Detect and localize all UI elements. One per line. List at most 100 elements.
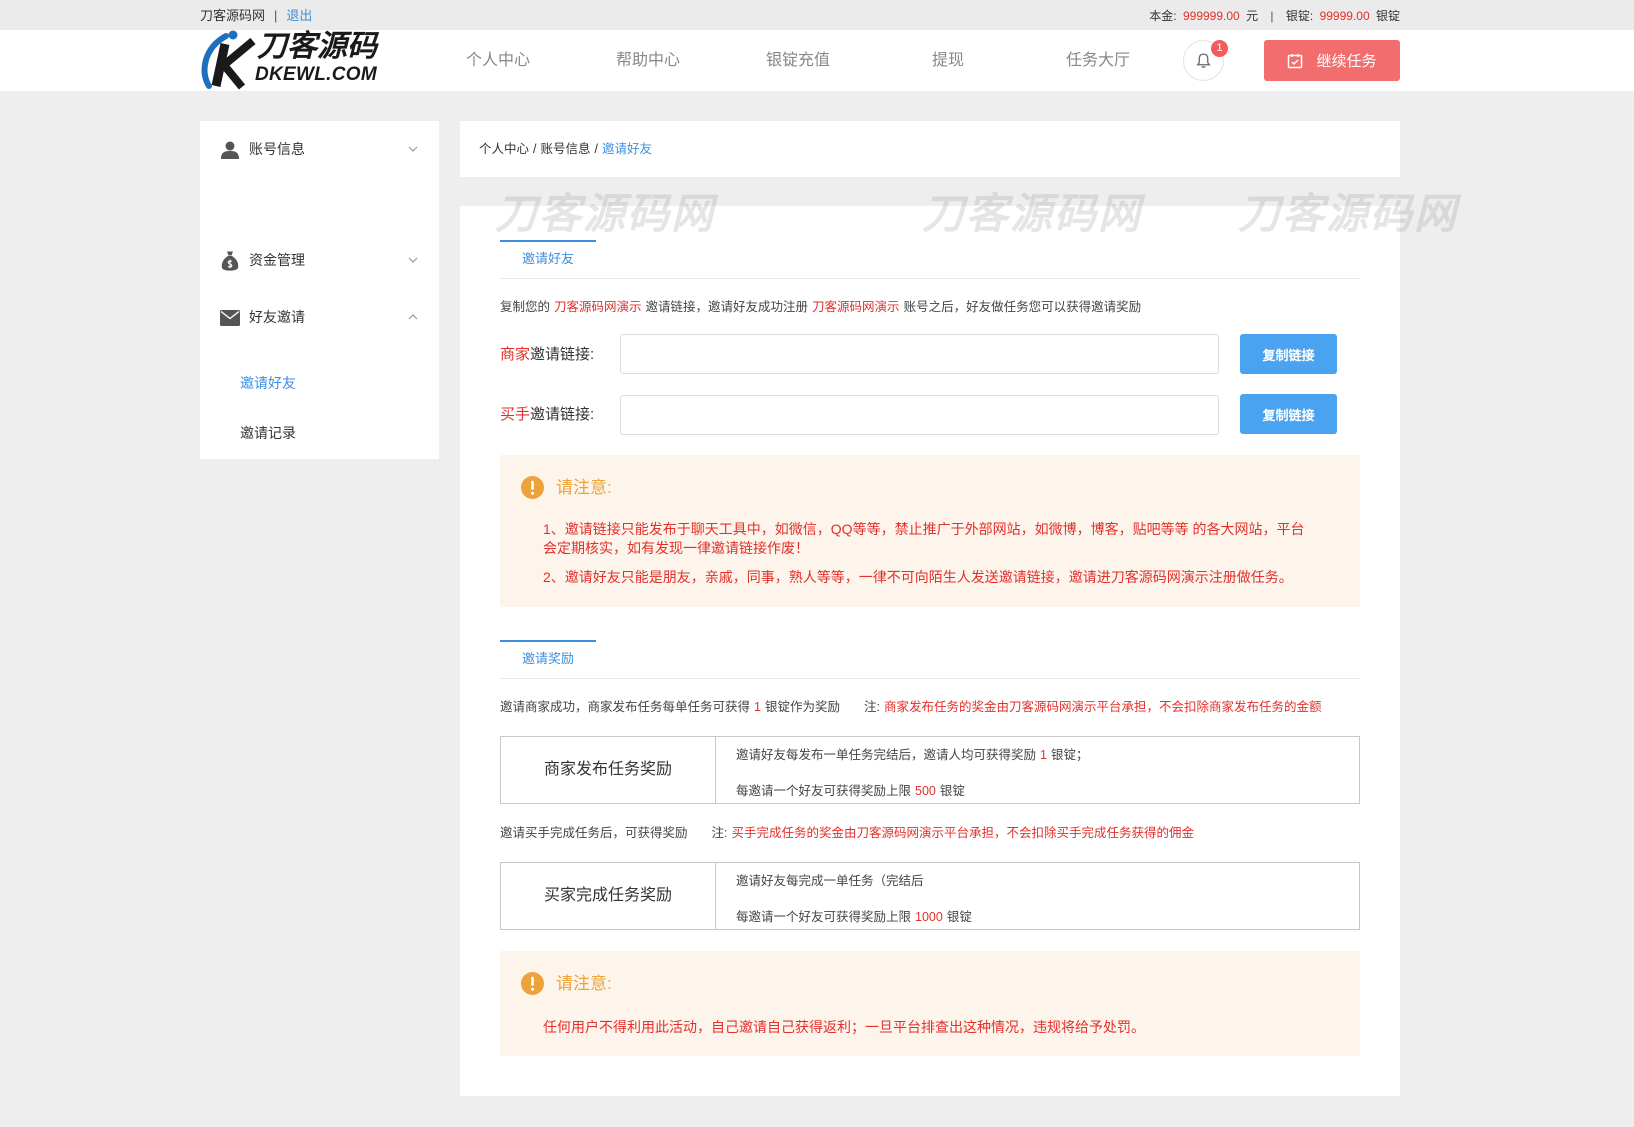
merchant-copy-link-button[interactable]: 复制链接 <box>1240 334 1337 374</box>
principal-unit: 元 <box>1246 9 1259 23</box>
reward-line-text: 每邀请一个好友可获得奖励上限 <box>736 910 912 924</box>
principal-value: 999999.00 <box>1182 9 1240 23</box>
buyer-label-rest: 邀请链接: <box>530 406 595 423</box>
reward-line-text: 每邀请一个好友可获得奖励上限 <box>736 784 912 798</box>
breadcrumb-separator: / <box>533 142 537 156</box>
merchant-reward-intro: 邀请商家成功，商家发布任务每单任务可获得 1 银锭作为奖励 注: 商家发布任务的奖金由刀… <box>500 698 1321 716</box>
merchant-intro-text: 邀请商家成功，商家发布任务每单任务可获得 <box>500 700 751 714</box>
sidebar-group-fund-management[interactable]: 资金管理 <box>200 240 439 280</box>
reward-line-suffix: 银锭 <box>939 784 965 798</box>
money-bag-icon <box>219 250 241 272</box>
breadcrumb-item-personal-center[interactable]: 个人中心 <box>479 142 529 156</box>
nav-ingot-recharge[interactable]: 银锭充值 <box>748 30 848 91</box>
intro-site-name: 刀客源码网演示 <box>554 300 642 314</box>
merchant-link-input[interactable] <box>620 334 1219 374</box>
warning-icon <box>521 972 544 995</box>
breadcrumb-separator: / <box>594 142 598 156</box>
buyer-reward-line: 邀请好友每完成一单任务（完结后 <box>736 872 924 890</box>
nav-personal-center[interactable]: 个人中心 <box>448 30 548 91</box>
ingot-unit: 银锭 <box>1375 9 1400 23</box>
buyer-intro-text: 邀请买手完成任务后，可获得奖励 <box>500 826 688 840</box>
reward-line-amount: 1 <box>1040 748 1047 762</box>
user-icon <box>219 139 241 161</box>
main-panel: 邀请好友 复制您的 刀客源码网演示 邀请链接，邀请好友成功注册 刀客源码网演示 账号之后… <box>460 206 1400 1096</box>
merchant-label-highlight: 商家 <box>500 346 531 363</box>
logo-domain: DKEWL.COM <box>255 64 377 85</box>
envelope-icon <box>219 307 241 329</box>
reward-line-suffix: 银锭 <box>946 910 972 924</box>
balance-separator: | <box>1270 9 1274 23</box>
breadcrumb: 个人中心 / 账号信息 / 邀请好友 <box>460 121 1400 177</box>
bell-icon <box>1196 53 1211 68</box>
invite-notice-box: 请注意: 1、邀请链接只能发布于聊天工具中，如微信，QQ等等，禁止推广于外部网站… <box>500 455 1360 607</box>
merchant-label-rest: 邀请链接: <box>530 346 595 363</box>
chevron-up-icon <box>408 314 418 320</box>
buyer-copy-link-button[interactable]: 复制链接 <box>1240 394 1337 434</box>
merchant-reward-cap-line: 每邀请一个好友可获得奖励上限 500 银锭 <box>736 782 965 800</box>
principal-label: 本金: <box>1149 9 1177 23</box>
notification-button[interactable]: 1 <box>1183 40 1228 81</box>
buyer-reward-title: 买家完成任务奖励 <box>501 863 716 929</box>
nav-task-hall[interactable]: 任务大厅 <box>1048 30 1148 91</box>
invite-intro-text: 复制您的 刀客源码网演示 邀请链接，邀请好友成功注册 刀客源码网演示 账号之后，好友做任… <box>500 298 1141 316</box>
intro-part: 邀请链接，邀请好友成功注册 <box>645 300 809 314</box>
chevron-down-icon <box>408 146 418 152</box>
sidebar-group-label: 账号信息 <box>249 141 305 157</box>
site-logo[interactable]: 刀客源码 DKEWL.COM <box>200 28 386 90</box>
continue-task-label: 继续任务 <box>1316 53 1377 70</box>
balance-summary: 本金: 999999.00 元 | 银锭: 99999.00 银锭 <box>1146 0 1400 30</box>
reward-line-text: 邀请好友每完成一单任务（完结后 <box>736 874 924 888</box>
top-bar-left: 刀客源码网 | 退出 <box>200 0 312 30</box>
sidebar-item-invite-records[interactable]: 邀请记录 <box>240 415 296 451</box>
reward-line-amount: 500 <box>915 784 936 798</box>
sidebar: 账号信息 资金管理 好友邀请 邀请好友 邀请记录 <box>200 121 439 459</box>
logout-link[interactable]: 退出 <box>286 8 312 23</box>
ingot-value: 99999.00 <box>1319 9 1370 23</box>
reward-line-text: 邀请好友每发布一单任务完结后，邀请人均可获得奖励 <box>736 748 1037 762</box>
merchant-reward-line: 邀请好友每发布一单任务完结后，邀请人均可获得奖励 1 银锭； <box>736 746 1088 764</box>
tab-invite-friends[interactable]: 邀请好友 <box>500 240 596 278</box>
reward-line-suffix: 银锭； <box>1050 748 1089 762</box>
merchant-reward-title: 商家发布任务奖励 <box>501 737 716 803</box>
continue-task-button[interactable]: 继续任务 <box>1264 40 1400 81</box>
intro-site-name: 刀客源码网演示 <box>812 300 900 314</box>
merchant-note-text: 商家发布任务的奖金由刀客源码网演示平台承担，不会扣除商家发布任务的金额 <box>883 700 1322 714</box>
reward-line-amount: 1000 <box>915 910 943 924</box>
warning-icon <box>521 476 544 499</box>
logo-mark-icon <box>201 30 256 90</box>
logo-title: 刀客源码 <box>257 30 377 63</box>
reward-notice-box: 请注意: 任何用户不得利用此活动，自己邀请自己获得返利；一旦平台排查出这种情况，… <box>500 951 1360 1056</box>
sidebar-group-label: 好友邀请 <box>249 309 305 325</box>
notice-title: 请注意: <box>556 478 612 497</box>
notice-line: 任何用户不得利用此活动，自己邀请自己获得返利；一旦平台排查出这种情况，违规将给予… <box>543 1019 1145 1035</box>
breadcrumb-item-account-info[interactable]: 账号信息 <box>541 142 591 156</box>
nav-help-center[interactable]: 帮助中心 <box>598 30 698 91</box>
tab-divider <box>500 678 1360 679</box>
notification-badge: 1 <box>1211 40 1228 57</box>
buyer-reward-intro: 邀请买手完成任务后，可获得奖励 注: 买手完成任务的奖金由刀客源码网演示平台承担，不… <box>500 824 1194 842</box>
merchant-intro-suffix: 银锭作为奖励 <box>764 700 840 714</box>
merchant-reward-table: 商家发布任务奖励 邀请好友每发布一单任务完结后，邀请人均可获得奖励 1 银锭； 每邀… <box>500 736 1360 804</box>
intro-part: 账号之后，好友做任务您可以获得邀请奖励 <box>903 300 1142 314</box>
top-bar: 刀客源码网 | 退出 本金: 999999.00 元 | 银锭: 99999.00 … <box>0 0 1634 30</box>
sidebar-group-label: 资金管理 <box>249 252 305 268</box>
buyer-reward-table: 买家完成任务奖励 邀请好友每完成一单任务（完结后 每邀请一个好友可获得奖励上限 1… <box>500 862 1360 930</box>
main-nav: 个人中心 帮助中心 银锭充值 提现 任务大厅 <box>448 30 1198 91</box>
buyer-link-label: 买手邀请链接: <box>500 404 594 426</box>
sidebar-group-friend-invite[interactable]: 好友邀请 <box>200 297 439 337</box>
sidebar-item-invite-friends[interactable]: 邀请好友 <box>240 365 296 401</box>
buyer-reward-cap-line: 每邀请一个好友可获得奖励上限 1000 银锭 <box>736 908 972 926</box>
merchant-note-label: 注: <box>863 700 880 714</box>
tab-divider <box>500 278 1360 279</box>
tab-invite-rewards[interactable]: 邀请奖励 <box>500 640 596 678</box>
intro-part: 复制您的 <box>500 300 551 314</box>
ingot-label: 银锭: <box>1285 9 1314 23</box>
top-bar-separator: | <box>274 8 278 23</box>
buyer-note-text: 买手完成任务的奖金由刀客源码网演示平台承担，不会扣除买手完成任务获得的佣金 <box>731 826 1195 840</box>
sidebar-group-account-info[interactable]: 账号信息 <box>200 129 439 169</box>
chevron-down-icon <box>408 257 418 263</box>
nav-withdraw[interactable]: 提现 <box>898 30 998 91</box>
merchant-intro-amount: 1 <box>754 700 761 714</box>
buyer-link-input[interactable] <box>620 395 1219 435</box>
notice-title: 请注意: <box>556 974 612 993</box>
